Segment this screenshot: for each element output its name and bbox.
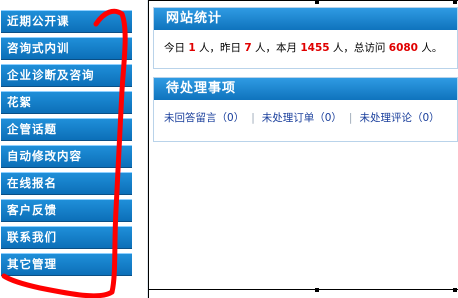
sidebar-item-auto-edit-content[interactable]: 自动修改内容 — [1, 145, 132, 168]
unanswered-messages-link[interactable]: 未回答留言（0） — [164, 112, 244, 124]
sidebar-item-recent-courses[interactable]: 近期公开课 — [1, 10, 132, 33]
month-count: 1455 — [300, 42, 330, 54]
todo-label: 未处理订单 — [261, 112, 315, 124]
total-unit: 人。 — [421, 42, 443, 54]
todo-label: 未回答留言 — [164, 112, 217, 124]
yesterday-unit: 人， — [255, 42, 276, 54]
today-unit: 人， — [199, 42, 220, 54]
pending-items-panel: 待处理事项 未回答留言（0） | 未处理订单（0） | 未处理评论（0） — [153, 77, 458, 142]
divider: | — [348, 112, 353, 124]
sidebar-item-other-management[interactable]: 其它管理 — [1, 253, 132, 276]
yesterday-count: 7 — [244, 42, 252, 54]
sidebar-item-enterprise-diagnosis[interactable]: 企业诊断及咨询 — [1, 64, 132, 87]
frame-handle — [315, 288, 319, 292]
pending-items-title: 待处理事项 — [154, 78, 457, 100]
pending-items-body: 未回答留言（0） | 未处理订单（0） | 未处理评论（0） — [154, 100, 457, 129]
frame-separator — [140, 0, 148, 298]
month-label: 本月 — [276, 42, 297, 54]
unprocessed-comments-link[interactable]: 未处理评论（0） — [359, 112, 439, 124]
sidebar-item-management-topics[interactable]: 企管话题 — [1, 118, 132, 141]
frame-border-bottom — [148, 289, 458, 290]
total-label: 总访问 — [353, 42, 386, 54]
site-stats-title: 网站统计 — [154, 8, 457, 30]
sidebar-item-customer-feedback[interactable]: 客户反馈 — [1, 199, 132, 222]
frame-border-top — [148, 0, 458, 1]
frame-handle — [453, 0, 457, 4]
todo-count: 0 — [324, 112, 332, 124]
total-count: 6080 — [388, 42, 418, 54]
todo-label: 未处理评论 — [359, 112, 412, 124]
sidebar-item-contact-us[interactable]: 联系我们 — [1, 226, 132, 249]
yesterday-label: 昨日 — [220, 42, 241, 54]
sidebar-item-consulting-training[interactable]: 咨询式内训 — [1, 37, 132, 60]
unprocessed-orders-link[interactable]: 未处理订单（0） — [262, 112, 342, 124]
site-stats-panel: 网站统计 今日 1 人，昨日 7 人，本月 1455 人，总访问 6080 人。 — [153, 7, 458, 69]
todo-count: 0 — [422, 112, 430, 124]
divider: | — [251, 112, 255, 124]
today-label: 今日 — [164, 42, 185, 54]
month-unit: 人， — [332, 42, 354, 54]
sidebar-nav: 近期公开课 咨询式内训 企业诊断及咨询 花絮 企管话题 自动修改内容 在线报名 … — [0, 0, 140, 298]
frame-handle — [453, 288, 457, 292]
sidebar-item-highlights[interactable]: 花絮 — [1, 91, 132, 114]
today-count: 1 — [188, 42, 196, 54]
frame-handle — [315, 0, 319, 4]
site-stats-body: 今日 1 人，昨日 7 人，本月 1455 人，总访问 6080 人。 — [154, 30, 457, 62]
todo-count: 0 — [227, 112, 234, 124]
sidebar-item-online-signup[interactable]: 在线报名 — [1, 172, 132, 195]
frame-border-left — [148, 0, 149, 298]
